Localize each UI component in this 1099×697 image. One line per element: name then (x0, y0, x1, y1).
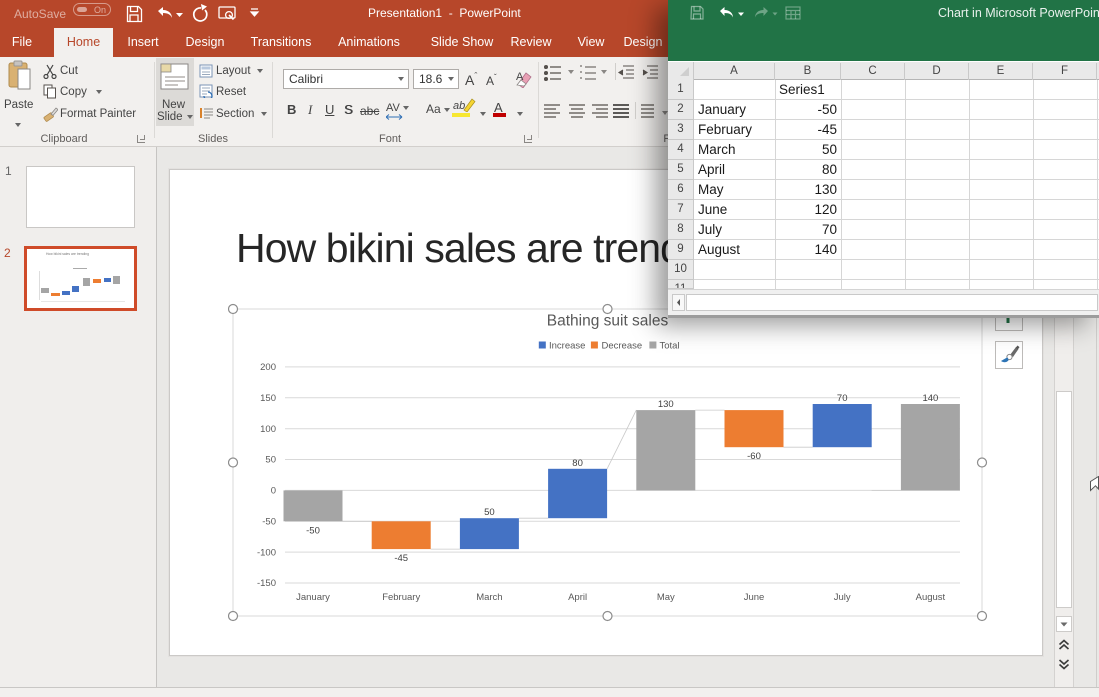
svg-text:Decrease: Decrease (602, 341, 643, 352)
svg-text:-45: -45 (394, 553, 408, 564)
svg-text:A: A (516, 71, 524, 83)
svg-text:Bathing suit sales: Bathing suit sales (547, 313, 669, 330)
svg-text:130: 130 (658, 399, 674, 410)
svg-text:70: 70 (837, 393, 848, 404)
svg-text:100: 100 (260, 424, 276, 435)
svg-text:150: 150 (260, 393, 276, 404)
svg-text:200: 200 (260, 362, 276, 373)
svg-text:140: 140 (922, 393, 938, 404)
svg-text:February: February (382, 592, 420, 603)
svg-text:-150: -150 (257, 578, 276, 589)
svg-text:80: 80 (572, 458, 583, 469)
svg-text:-100: -100 (257, 547, 276, 558)
svg-text:Total: Total (660, 341, 680, 352)
svg-text:-50: -50 (262, 517, 276, 528)
svg-text:-60: -60 (747, 451, 761, 462)
svg-text:April: April (568, 592, 587, 603)
svg-text:0: 0 (271, 486, 276, 497)
svg-text:Increase: Increase (549, 341, 585, 352)
svg-text:March: March (476, 592, 502, 603)
svg-text:50: 50 (484, 507, 495, 518)
svg-text:May: May (657, 592, 675, 603)
svg-text:July: July (834, 592, 851, 603)
svg-text:June: June (744, 592, 765, 603)
svg-text:January: January (296, 592, 330, 603)
svg-text:-50: -50 (306, 525, 320, 536)
svg-text:August: August (916, 592, 946, 603)
svg-text:50: 50 (265, 455, 276, 466)
